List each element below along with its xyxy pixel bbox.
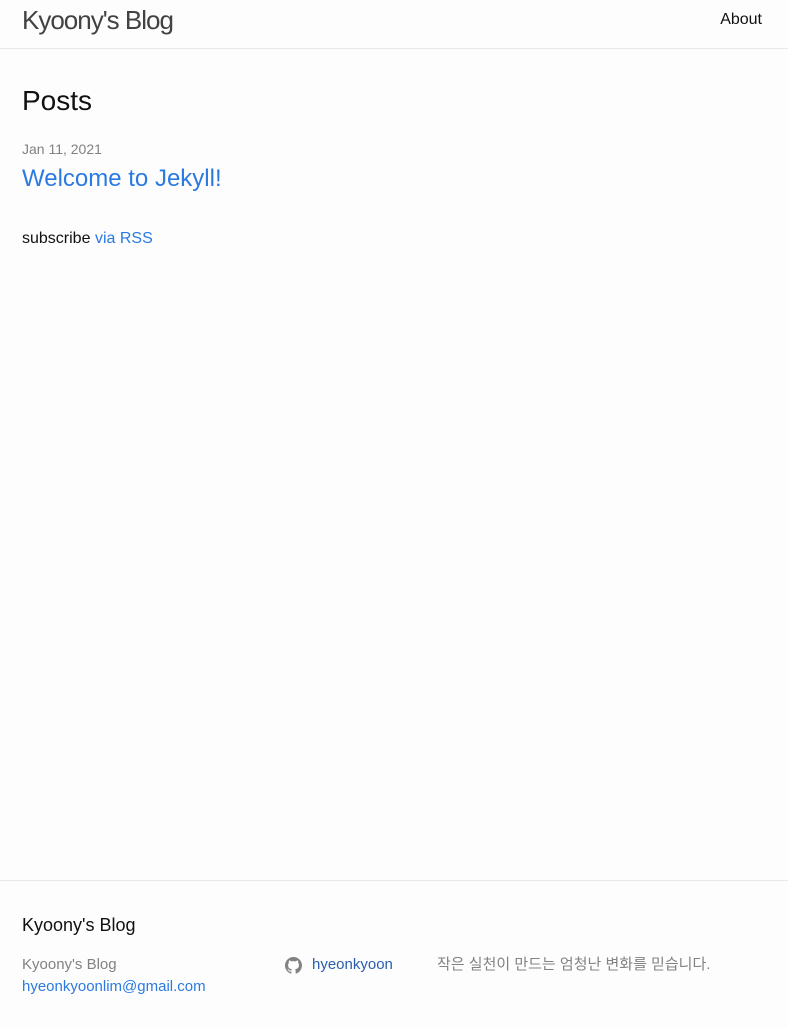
site-footer: Kyoony's Blog Kyoony's Blog hyeonkyoonli… — [0, 880, 788, 1028]
github-icon — [285, 956, 302, 974]
post-title-link[interactable]: Welcome to Jekyll! — [22, 164, 222, 194]
nav-about-link[interactable]: About — [720, 10, 762, 30]
post-list: Jan 11, 2021 Welcome to Jekyll! — [22, 140, 222, 194]
post-date: Jan 11, 2021 — [22, 141, 102, 157]
page-heading: Posts — [22, 85, 93, 116]
github-link[interactable]: hyeonkyoon — [285, 954, 393, 976]
rss-subscribe: subscribe via RSS — [22, 229, 153, 249]
github-username: hyeonkyoon — [312, 956, 393, 973]
email-link[interactable]: hyeonkyoonlim@gmail.com — [22, 978, 206, 995]
site-title-link[interactable]: Kyoony's Blog — [22, 5, 174, 35]
footer-name: Kyoony's Blog — [22, 956, 117, 973]
footer-heading: Kyoony's Blog — [22, 915, 136, 935]
footer-social: hyeonkyoon — [285, 954, 393, 976]
rss-link[interactable]: via RSS — [95, 230, 153, 247]
rss-prefix: subscribe — [22, 230, 91, 247]
footer-description: 작은 실천이 만드는 엄청난 변화를 믿습니다. — [437, 956, 711, 973]
post-list-item: Jan 11, 2021 Welcome to Jekyll! — [22, 140, 222, 194]
site-header: Kyoony's Blog About — [0, 0, 788, 49]
footer-contact: Kyoony's Blog hyeonkyoonlim@gmail.com — [22, 954, 206, 998]
